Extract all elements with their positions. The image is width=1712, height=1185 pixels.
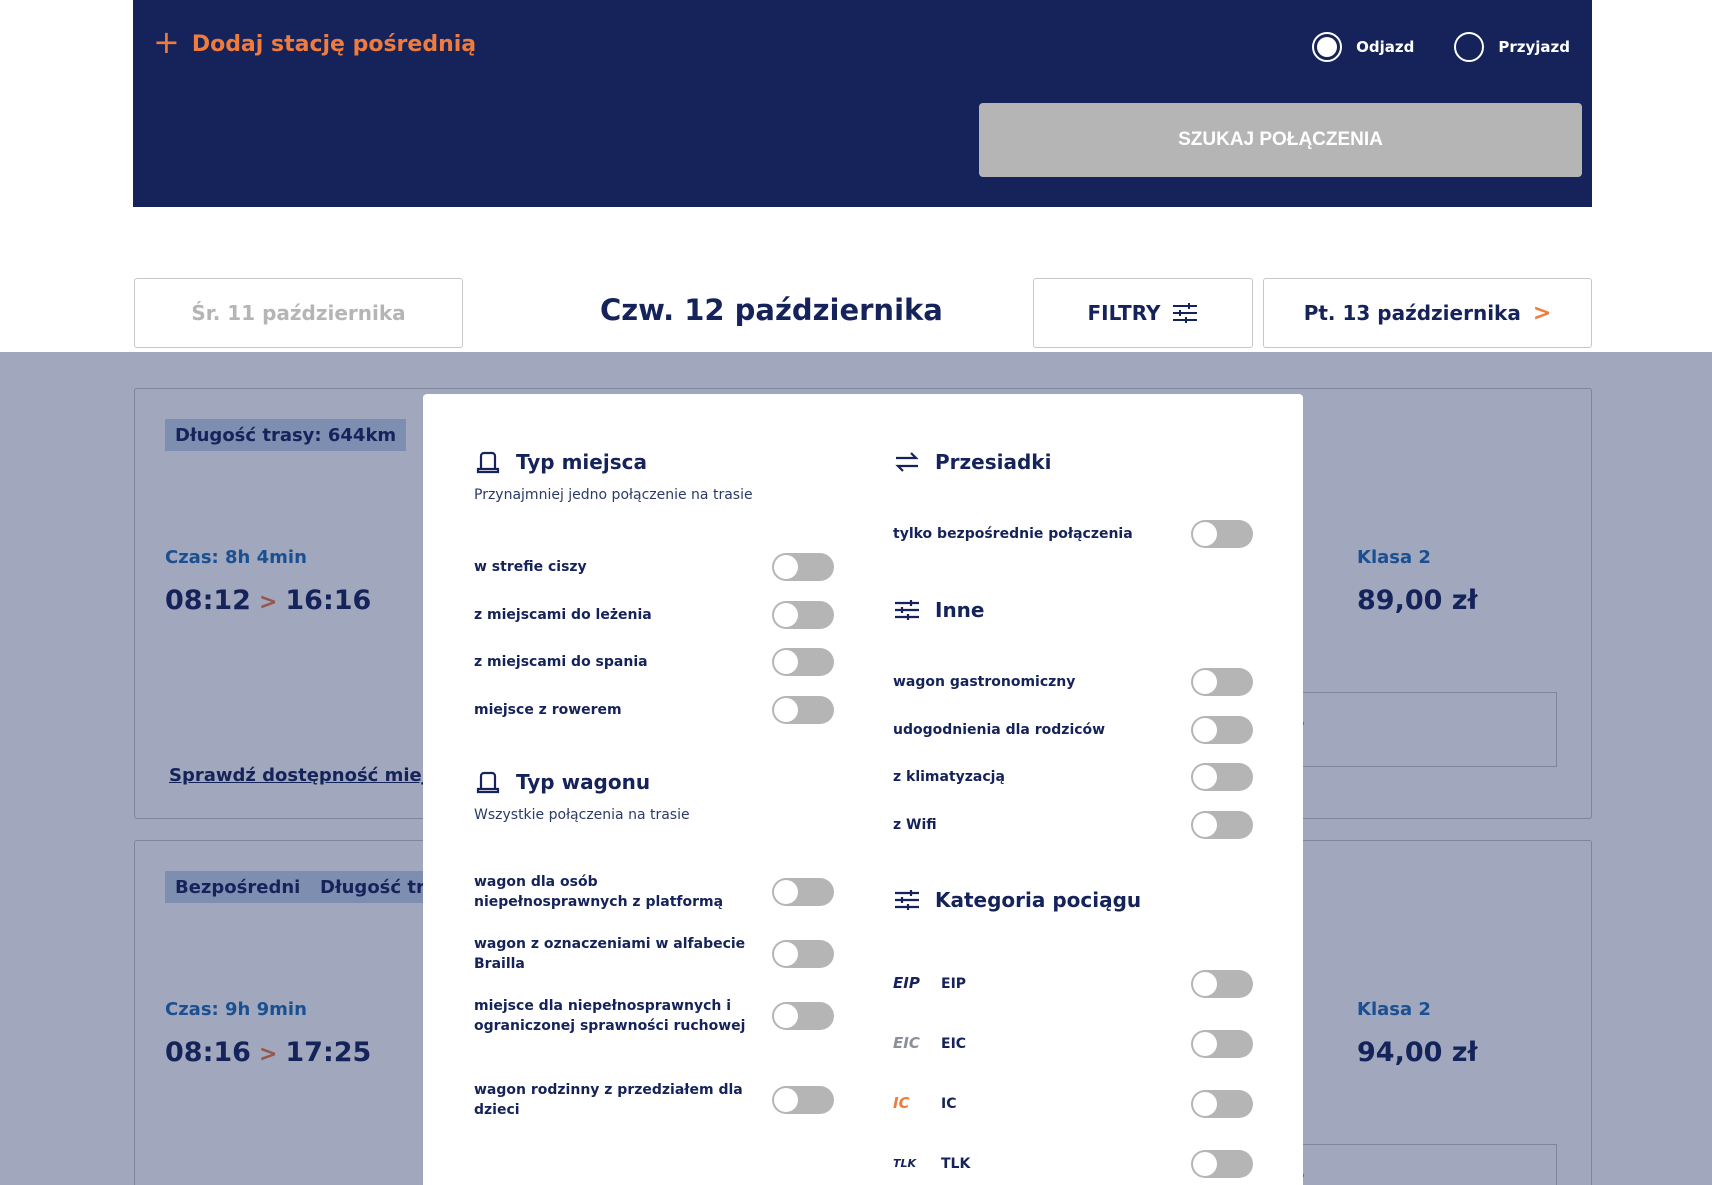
car-type-title: Typ wagonu	[516, 770, 651, 794]
sliders-icon	[1173, 303, 1198, 323]
couchette-toggle[interactable]	[772, 601, 834, 629]
braille-toggle[interactable]	[772, 940, 834, 969]
plus-icon: +	[153, 23, 180, 61]
wheelchair-platform-toggle[interactable]	[772, 878, 834, 907]
eic-logo-icon: EIC	[893, 1034, 920, 1053]
filter-row: udogodnienia dla rodziców	[893, 716, 1253, 744]
add-station-label: Dodaj stację pośrednią	[191, 31, 477, 57]
filter-row: wagon gastronomiczny	[893, 668, 1253, 696]
filter-row: z miejscami do spania	[474, 648, 834, 676]
train-category-heading: Kategoria pociągu	[893, 886, 1141, 914]
category-label: TLK	[941, 1155, 971, 1172]
filter-label: EIP EIP	[893, 973, 966, 995]
current-date: Czw. 12 października	[600, 293, 943, 327]
seat-type-title: Typ miejsca	[516, 450, 647, 474]
reduced-mobility-toggle[interactable]	[772, 1002, 834, 1031]
filter-row: z klimatyzacją	[893, 763, 1253, 791]
filter-row: wagon dla osób niepełnosprawnych z platf…	[474, 872, 834, 913]
filter-row: TLK TLK	[893, 1150, 1253, 1178]
filter-label: wagon dla osób niepełnosprawnych z platf…	[474, 874, 724, 911]
sliders-icon	[895, 890, 919, 910]
filters-label: FILTRY	[1087, 301, 1161, 325]
filter-label: z miejscami do spania	[474, 653, 648, 670]
next-date-label: Pt. 13 października	[1303, 301, 1521, 325]
radio-arrival-label: Przyjazd	[1498, 38, 1570, 56]
filter-label: wagon rodzinny z przedziałem dla dzieci	[474, 1082, 743, 1119]
filter-row: EIP EIP	[893, 970, 1253, 998]
radio-arrival[interactable]: Przyjazd	[1454, 32, 1570, 62]
category-label: EIC	[941, 1035, 967, 1052]
radio-departure[interactable]: Odjazd	[1312, 32, 1414, 62]
filter-row: EIC EIC	[893, 1030, 1253, 1058]
eip-logo-icon: EIP	[893, 974, 920, 993]
other-title: Inne	[935, 598, 985, 622]
filters-modal: Typ miejsca Przynajmniej jedno połączeni…	[423, 394, 1303, 1185]
radio-unchecked-icon[interactable]	[1454, 32, 1485, 62]
transfer-arrows-icon	[895, 452, 919, 472]
parent-amenities-toggle[interactable]	[1191, 716, 1253, 744]
filter-row: w strefie ciszy	[474, 553, 834, 581]
eic-toggle[interactable]	[1191, 1030, 1253, 1058]
filter-row: z miejscami do leżenia	[474, 601, 834, 629]
sleeper-toggle[interactable]	[772, 648, 834, 676]
car-type-heading: Typ wagonu	[474, 768, 650, 796]
ic-toggle[interactable]	[1191, 1090, 1253, 1118]
sliders-icon	[895, 600, 919, 620]
category-label: IC	[941, 1095, 957, 1112]
filter-row: tylko bezpośrednie połączenia	[893, 520, 1253, 548]
other-heading: Inne	[893, 596, 984, 624]
tlk-toggle[interactable]	[1191, 1150, 1253, 1178]
filter-label: z Wifi	[893, 816, 937, 833]
filters-button[interactable]: FILTRY	[1033, 278, 1253, 348]
add-intermediate-station-button[interactable]: + Dodaj stację pośrednią	[153, 26, 477, 58]
seat-type-subtitle: Przynajmniej jedno połączenie na trasie	[474, 487, 753, 503]
filter-label: tylko bezpośrednie połączenia	[893, 525, 1133, 542]
filter-label: miejsce dla niepełnosprawnych i ogranicz…	[474, 998, 746, 1035]
seat-icon	[476, 771, 500, 794]
bicycle-toggle[interactable]	[772, 696, 834, 724]
filter-label: IC IC	[893, 1093, 956, 1115]
car-type-subtitle: Wszystkie połączenia na trasie	[474, 807, 690, 823]
filter-label: z miejscami do leżenia	[474, 606, 652, 623]
wifi-toggle[interactable]	[1191, 811, 1253, 839]
train-category-title: Kategoria pociągu	[935, 888, 1142, 912]
radio-checked-icon[interactable]	[1312, 32, 1343, 62]
filter-row: z Wifi	[893, 811, 1253, 839]
tlk-logo-icon: TLK	[893, 1157, 917, 1171]
seat-icon	[476, 451, 500, 474]
search-panel: + Dodaj stację pośrednią Odjazd Przyjazd…	[133, 0, 1592, 207]
eip-toggle[interactable]	[1191, 970, 1253, 998]
dining-car-toggle[interactable]	[1191, 668, 1253, 696]
transfers-title: Przesiadki	[935, 450, 1052, 474]
prev-date-button[interactable]: Śr. 11 października	[134, 278, 463, 348]
radio-departure-label: Odjazd	[1356, 38, 1415, 56]
filter-label: z klimatyzacją	[893, 768, 1005, 785]
filter-label: EIC EIC	[893, 1033, 966, 1055]
filter-label: wagon z oznaczeniami w alfabecie Brailla	[474, 936, 746, 973]
family-car-toggle[interactable]	[772, 1086, 834, 1115]
next-date-button[interactable]: Pt. 13 października >	[1263, 278, 1592, 348]
direct-only-toggle[interactable]	[1191, 520, 1253, 548]
filter-label: w strefie ciszy	[474, 558, 587, 575]
category-label: EIP	[941, 975, 967, 992]
search-connections-button[interactable]: SZUKAJ POŁĄCZENIA	[979, 103, 1582, 177]
filter-label: miejsce z rowerem	[474, 701, 622, 718]
filter-label: udogodnienia dla rodziców	[893, 721, 1106, 738]
filter-row: miejsce z rowerem	[474, 696, 834, 724]
filter-label: TLK TLK	[893, 1154, 970, 1174]
filter-row: wagon z oznaczeniami w alfabecie Brailla	[474, 934, 834, 975]
quiet-zone-toggle[interactable]	[772, 553, 834, 581]
seat-type-heading: Typ miejsca	[474, 448, 647, 476]
air-conditioning-toggle[interactable]	[1191, 763, 1253, 791]
filter-row: wagon rodzinny z przedziałem dla dzieci	[474, 1080, 834, 1121]
filter-row: IC IC	[893, 1090, 1253, 1118]
time-mode-radio-group: Odjazd Przyjazd	[1312, 32, 1570, 62]
filter-label: wagon gastronomiczny	[893, 673, 1076, 690]
ic-logo-icon: IC	[893, 1094, 910, 1113]
transfers-heading: Przesiadki	[893, 448, 1051, 476]
filter-row: miejsce dla niepełnosprawnych i ogranicz…	[474, 996, 834, 1037]
chevron-right-icon: >	[1532, 300, 1552, 326]
